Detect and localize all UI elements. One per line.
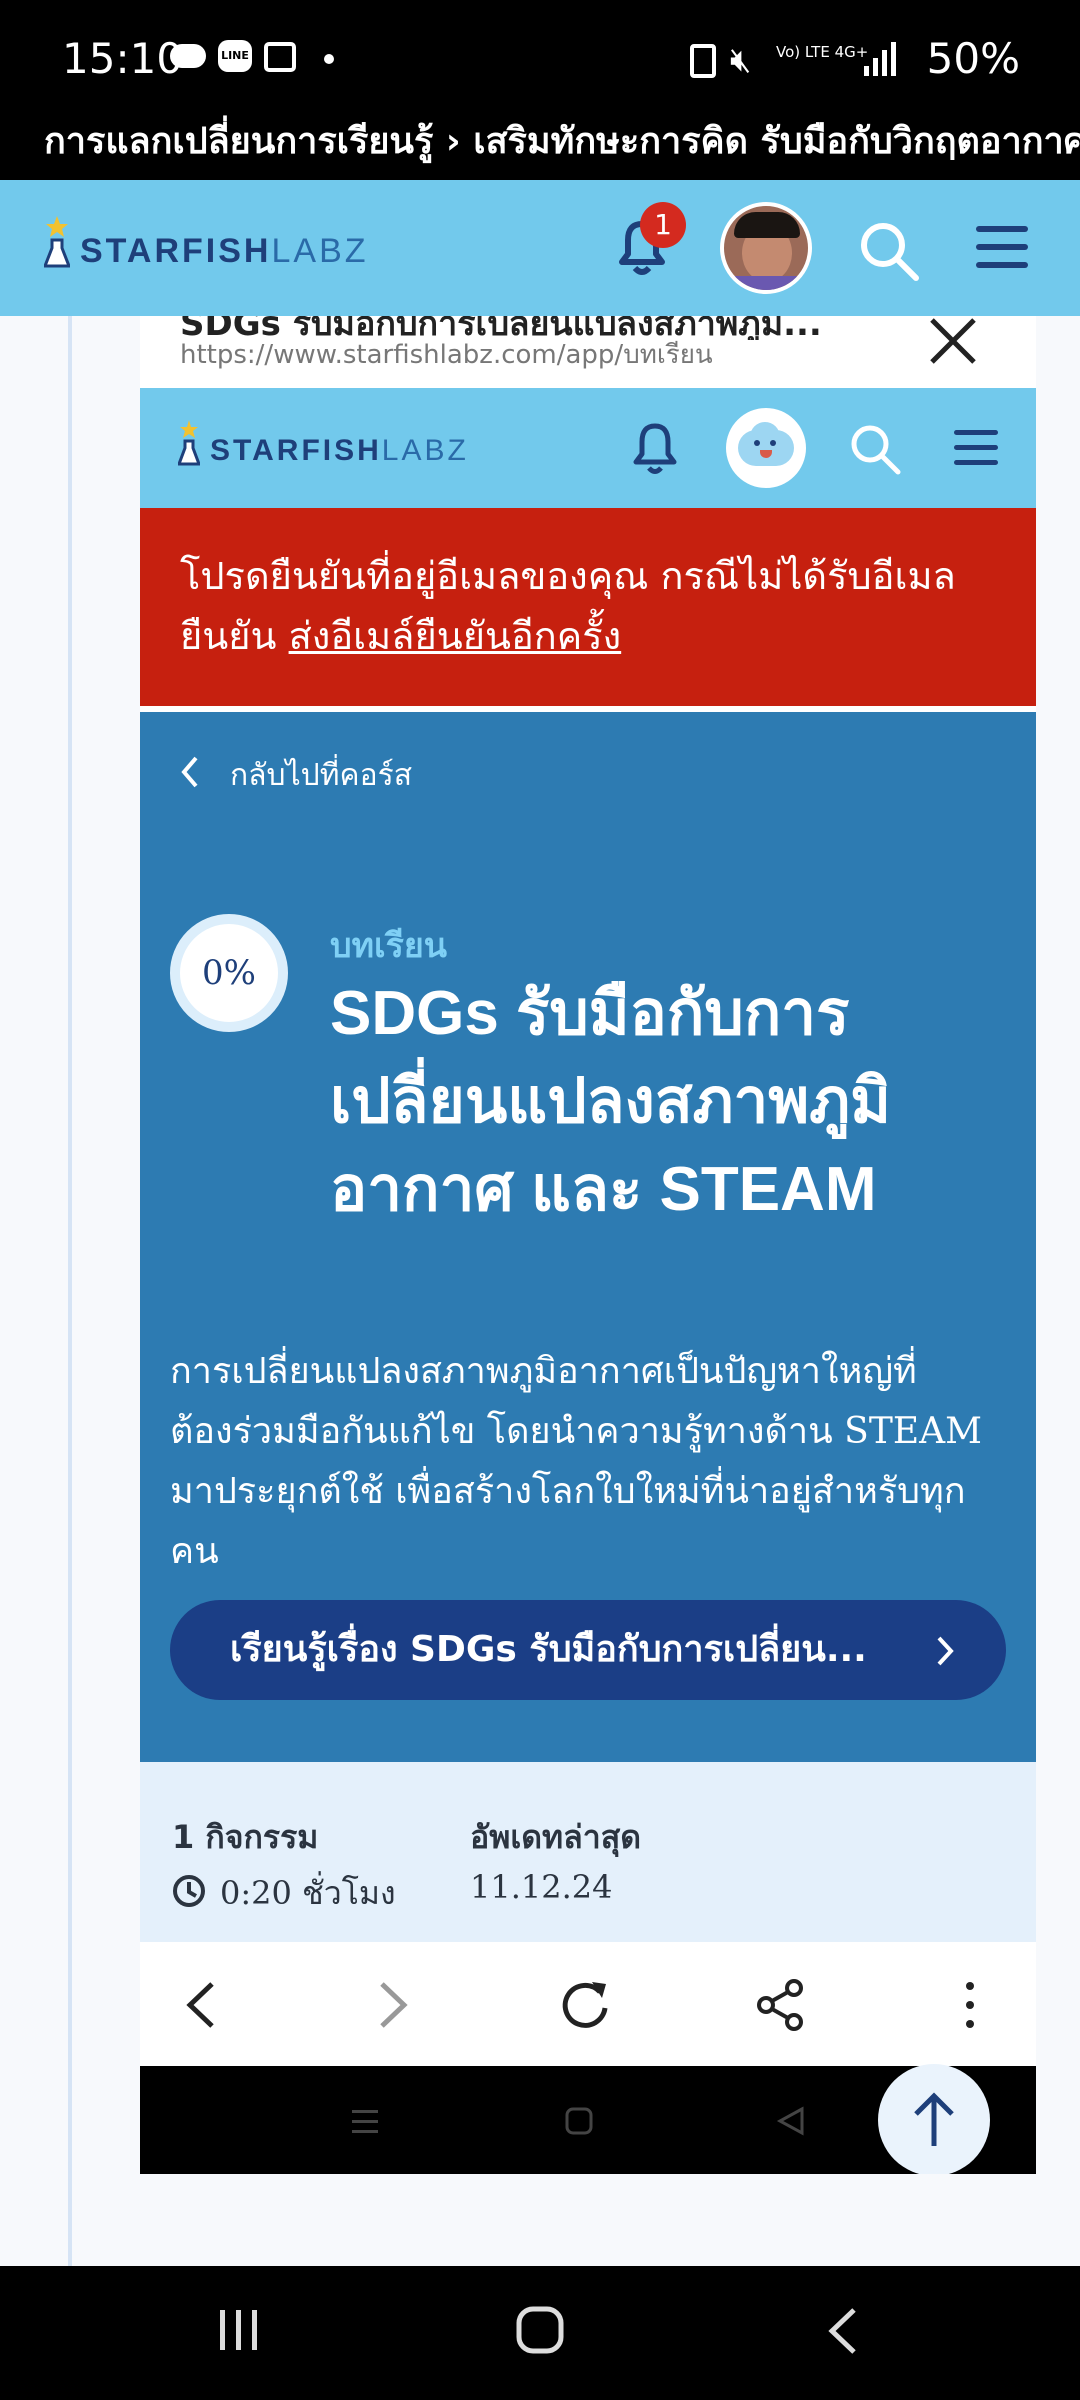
updated-label: อัพเดทล่าสุด <box>470 1818 642 1856</box>
site-header: STARFISHLABZ 1 <box>0 180 1080 316</box>
avatar[interactable] <box>720 202 812 294</box>
inner-logo[interactable]: STARFISHLABZ <box>210 434 469 468</box>
system-navigation-bar <box>0 2266 1080 2400</box>
site-logo[interactable]: STARFISHLABZ <box>80 232 369 271</box>
menu-icon[interactable] <box>974 224 1030 270</box>
back-icon <box>776 2106 804 2136</box>
popup-browser: SDGs รับมือกับการเปลี่ยนแปลงสภาพภูมิ... … <box>140 316 1036 2174</box>
chevron-right-icon <box>937 1636 954 1666</box>
status-bar: 15:10 LINE 🔇︎ Vo) LTE 4G+ 50% <box>0 0 1080 122</box>
recents-icon[interactable] <box>216 2308 262 2352</box>
cloud-icon <box>170 44 206 68</box>
description-line: ต้องร่วมมือกันแก้ไข โดยนำความรู้ทางด้าน … <box>170 1411 982 1452</box>
lesson-stats: 1 กิจกรรม 0:20 ชั่วโมง อัพเดทล่าสุด 11.1… <box>140 1762 1036 1942</box>
progress-ring: 0% <box>170 914 288 1032</box>
popup-url: https://www.starfishlabz.com/app/บทเรียน <box>180 340 713 370</box>
start-lesson-button[interactable]: เรียนรู้เรื่อง SDGs รับมือกับการเปลี่ยน.… <box>170 1600 1006 1700</box>
search-icon[interactable] <box>858 220 920 282</box>
logo-text-light: LABZ <box>271 232 369 270</box>
arrow-up-icon <box>914 2092 954 2146</box>
lesson-kicker: บทเรียน <box>330 926 448 966</box>
activity-count: 1 กิจกรรม <box>172 1818 319 1856</box>
logo-text-bold: STARFISH <box>80 232 272 270</box>
lesson-title-line: เปลี่ยนแปลงสภาพภูมิ <box>330 1067 891 1136</box>
home-icon[interactable] <box>516 2306 564 2354</box>
back-arrow-icon[interactable] <box>184 1980 218 2030</box>
logo-flask-icon <box>44 216 70 268</box>
window-title: การแลกเปลี่ยนการเรียนรู้ › เสริมทักษะการ… <box>0 112 1080 180</box>
lesson-hero: กลับไปที่คอร์ส 0% บทเรียน SDGs รับมือกับ… <box>140 712 1036 1762</box>
signal-icon <box>864 42 896 76</box>
start-lesson-label: เรียนรู้เรื่อง SDGs รับมือกับการเปลี่ยน.… <box>230 1629 867 1670</box>
search-icon[interactable] <box>848 422 902 476</box>
description-line: คน <box>170 1531 219 1572</box>
description-line: มาประยุกต์ใช้ เพื่อสร้างโลกใบใหม่ที่น่าอ… <box>170 1471 966 1512</box>
battery-percent: 50% <box>926 34 1020 83</box>
inner-header: STARFISHLABZ <box>140 388 1036 508</box>
email-verification-alert: โปรดยืนยันที่อยู่อีเมลของคุณ กรณีไม่ได้ร… <box>140 508 1036 706</box>
forward-arrow-icon[interactable] <box>376 1980 410 2030</box>
resend-email-link[interactable]: ส่งอีเมล์ยืนยันอีกครั้ง <box>289 614 622 658</box>
updated-date: 11.12.24 <box>470 1868 613 1906</box>
back-to-course-link[interactable]: กลับไปที่คอร์ส <box>230 752 412 799</box>
lesson-description: การเปลี่ยนแปลงสภาพภูมิอากาศเป็นปัญหาใหญ่… <box>170 1342 1020 1582</box>
logo-text-bold: STARFISH <box>210 434 382 467</box>
lesson-title-line: อากาศ และ STEAM <box>330 1155 877 1224</box>
close-icon[interactable] <box>928 316 978 366</box>
more-options-icon[interactable] <box>962 1980 978 2030</box>
lesson-title-line: SDGs รับมือกับการ <box>330 979 850 1048</box>
gallery-icon <box>264 42 296 72</box>
status-time: 15:10 <box>62 34 184 83</box>
dot-icon <box>324 54 334 64</box>
reload-icon[interactable] <box>558 1978 612 2032</box>
recents-icon <box>352 2110 378 2133</box>
menu-icon[interactable] <box>952 428 1000 468</box>
back-icon[interactable] <box>826 2306 860 2356</box>
divider <box>68 316 72 2266</box>
scroll-to-top-button[interactable] <box>878 2064 990 2174</box>
logo-flask-icon <box>178 420 200 466</box>
notification-badge: 1 <box>640 202 686 248</box>
clock-icon <box>173 1875 205 1907</box>
duration: 0:20 ชั่วโมง <box>220 1874 396 1912</box>
chevron-left-icon[interactable] <box>180 756 200 788</box>
browser-toolbar <box>140 1942 1036 2066</box>
logo-text-light: LABZ <box>381 434 469 467</box>
home-icon <box>565 2107 593 2135</box>
line-app-icon: LINE <box>218 40 252 72</box>
share-icon[interactable] <box>754 1978 806 2032</box>
bell-icon[interactable] <box>628 418 682 476</box>
battery-saver-icon <box>690 44 716 78</box>
progress-percent: 0% <box>202 953 256 993</box>
avatar-cloud[interactable] <box>726 408 806 488</box>
network-label: Vo) LTE 4G+ <box>776 43 869 61</box>
lesson-title: SDGs รับมือกับการ เปลี่ยนแปลงสภาพภูมิ อา… <box>330 970 891 1234</box>
description-line: การเปลี่ยนแปลงสภาพภูมิอากาศเป็นปัญหาใหญ่… <box>170 1351 917 1392</box>
mute-icon: 🔇︎ <box>730 40 752 80</box>
